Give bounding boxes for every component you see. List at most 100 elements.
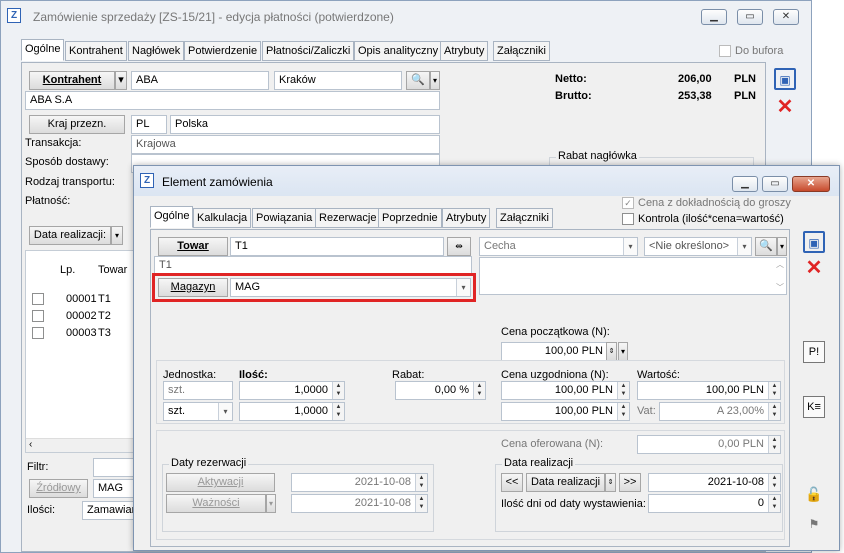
lock-icon[interactable]: 🔓 xyxy=(803,484,825,506)
cancel-icon[interactable]: ✕ xyxy=(774,97,796,119)
table-row[interactable]: 00003 T3 xyxy=(26,325,134,342)
flag-icon[interactable]: ⚑ xyxy=(803,514,825,536)
maximize-button[interactable]: ▭ xyxy=(762,176,788,192)
close-button[interactable]: ✕ xyxy=(773,9,799,25)
tab-opis-analityczny[interactable]: Opis analityczny xyxy=(354,41,443,61)
kontrahent-menu-button[interactable]: ▾ xyxy=(115,71,127,90)
kraj-button[interactable]: Kraj przezn. xyxy=(29,115,125,134)
prev-date-button[interactable]: << xyxy=(501,473,523,492)
transakcja-select[interactable]: Krajowa xyxy=(131,135,440,154)
scroll-up-icon[interactable]: ︿ xyxy=(776,258,784,273)
tab-zalaczniki[interactable]: Załączniki xyxy=(496,208,553,228)
data-realizacji-input[interactable]: 2021-10-08 ▲ ▼ xyxy=(648,473,781,492)
towar-action-button[interactable]: ⇹ xyxy=(447,237,471,256)
cecha-select[interactable]: Cecha ▾ xyxy=(479,237,638,256)
aktywacji-button[interactable]: Aktywacji xyxy=(166,473,275,492)
search-menu-button[interactable]: ▾ xyxy=(430,71,440,90)
tab-ogolne[interactable]: Ogólne xyxy=(150,206,194,228)
save-icon[interactable]: ▣ xyxy=(774,68,796,90)
data-realizacji-button[interactable]: Data realizacji xyxy=(526,473,605,492)
filtr-input[interactable] xyxy=(93,458,135,477)
rabat-input[interactable]: 0,00 % ▲ ▼ xyxy=(395,381,486,400)
rabat-spinner[interactable]: ▲ ▼ xyxy=(473,382,485,399)
scroll-left-icon[interactable]: ‹ xyxy=(29,439,32,450)
scroll-down-icon[interactable]: ﹀ xyxy=(776,279,784,294)
nie-okreslono-select[interactable]: <Nie określono> ▾ xyxy=(644,237,752,256)
wartosc-input[interactable]: 100,00 PLN ▲ ▼ xyxy=(637,381,781,400)
next-date-button[interactable]: >> xyxy=(619,473,641,492)
magazyn-button[interactable]: Magazyn xyxy=(158,278,228,297)
cena-brutto-input[interactable]: 100,00 PLN ▲ ▼ xyxy=(501,402,630,421)
tab-zalaczniki[interactable]: Załączniki xyxy=(493,41,550,61)
tab-potwierdzenie[interactable]: Potwierdzenie xyxy=(184,41,262,61)
data-realizacji-spinner[interactable]: ▲ ▼ xyxy=(768,474,780,491)
search-kontrahent-button[interactable]: 🔍 xyxy=(406,71,430,90)
waznosci-button[interactable]: Ważności xyxy=(166,494,266,513)
chevron-down-icon[interactable]: ▾ xyxy=(218,403,232,420)
order-window-titlebar[interactable]: Z Zamówienie sprzedaży [ZS-15/21] - edyc… xyxy=(1,1,811,31)
ilosci-select[interactable]: Zamawiane xyxy=(82,501,135,520)
preview-menu[interactable]: ▾ xyxy=(777,237,787,256)
tab-powiazania[interactable]: Powiązania xyxy=(252,208,317,228)
close-button[interactable]: ✕ xyxy=(792,176,830,192)
chevron-down-icon[interactable]: ▾ xyxy=(737,238,751,255)
kontrahent-name[interactable]: ABA S.A xyxy=(25,91,440,110)
data-realizacji-spin[interactable]: ⇕ xyxy=(605,473,616,492)
kontrahent-button[interactable]: Kontrahent xyxy=(29,71,115,90)
save-icon[interactable]: ▣ xyxy=(803,231,825,253)
aktywacji-spinner[interactable]: ▲ ▼ xyxy=(415,474,427,491)
cena-uzgodniona-input[interactable]: 100,00 PLN ▲ ▼ xyxy=(501,381,630,400)
towar-code[interactable]: T1 xyxy=(230,237,444,256)
vat-spinner[interactable]: ▲ ▼ xyxy=(768,403,780,420)
cena-oferowana-spinner[interactable]: ▲ ▼ xyxy=(768,436,780,453)
table-row[interactable]: 00002 T2 xyxy=(26,308,134,325)
chevron-down-icon[interactable]: ▾ xyxy=(623,238,637,255)
notes-icon[interactable]: P! xyxy=(803,341,825,363)
data-realizacji-menu[interactable]: ▾ xyxy=(111,226,123,245)
ilosc-dni-input[interactable]: 0 ▲ ▼ xyxy=(648,494,781,513)
ilosc-input[interactable]: 1,0000 ▲ ▼ xyxy=(239,381,345,400)
waznosci-menu[interactable]: ▾ xyxy=(266,494,276,513)
kraj-name[interactable]: Polska xyxy=(170,115,440,134)
row-checkbox[interactable] xyxy=(32,327,44,339)
waznosci-input[interactable]: 2021-10-08 ▲ ▼ xyxy=(291,494,428,513)
col-lp[interactable]: Lp. xyxy=(60,264,75,276)
aktywacji-input[interactable]: 2021-10-08 ▲ ▼ xyxy=(291,473,428,492)
tab-naglowek[interactable]: Nagłówek xyxy=(128,41,185,61)
cena-spinner[interactable]: ▲ ▼ xyxy=(617,382,629,399)
tab-kalkulacja[interactable]: Kalkulacja xyxy=(193,208,252,228)
towar-button[interactable]: Towar xyxy=(158,237,228,256)
cena-oferowana-input[interactable]: 0,00 PLN ▲ ▼ xyxy=(637,435,781,454)
cena-poczatkowa-menu[interactable]: ▾ xyxy=(618,342,628,361)
cecha-textarea[interactable]: ︿ ﹀ xyxy=(479,257,787,295)
cena-poczatkowa-spin[interactable]: ⇕ xyxy=(606,342,617,361)
kontrola-checkbox[interactable] xyxy=(622,213,634,225)
tab-platnosci[interactable]: Płatności/Zaliczki xyxy=(262,41,355,61)
tab-poprzednie[interactable]: Poprzednie xyxy=(378,208,442,228)
jednostka-select[interactable]: szt. ▾ xyxy=(163,402,233,421)
magazyn-select[interactable]: MAG ▾ xyxy=(230,278,471,297)
tab-ogolne[interactable]: Ogólne xyxy=(21,39,65,61)
ilosc-dni-spinner[interactable]: ▲ ▼ xyxy=(768,495,780,512)
zrodlowy-value[interactable]: MAG xyxy=(93,479,135,498)
minimize-button[interactable]: ▁ xyxy=(701,9,727,25)
ilosc-spinner[interactable]: ▲ ▼ xyxy=(332,382,344,399)
ilosc-input-2[interactable]: 1,0000 ▲ ▼ xyxy=(239,402,345,421)
row-checkbox[interactable] xyxy=(32,310,44,322)
waznosci-spinner[interactable]: ▲ ▼ xyxy=(415,495,427,512)
cena-dokladnosc-checkbox[interactable]: ✓ xyxy=(622,197,634,209)
maximize-button[interactable]: ▭ xyxy=(737,9,763,25)
cancel-icon[interactable]: ✕ xyxy=(803,258,825,280)
kontrahent-code[interactable]: ABA xyxy=(131,71,269,90)
data-realizacji-button[interactable]: Data realizacji: xyxy=(29,226,111,245)
horizontal-scrollbar[interactable]: ‹ xyxy=(26,438,134,452)
do-bufora-checkbox[interactable] xyxy=(719,45,731,57)
vat-select[interactable]: A 23,00% ▲ ▼ xyxy=(659,402,781,421)
row-checkbox[interactable] xyxy=(32,293,44,305)
tab-atrybuty[interactable]: Atrybuty xyxy=(442,208,491,228)
kraj-code[interactable]: PL xyxy=(131,115,167,134)
kontrahent-city[interactable]: Kraków xyxy=(274,71,402,90)
zrodlowy-button[interactable]: Źródłowy xyxy=(29,479,88,498)
checklist-icon[interactable]: K≡ xyxy=(803,396,825,418)
table-row[interactable]: 00001 T1 xyxy=(26,291,134,308)
